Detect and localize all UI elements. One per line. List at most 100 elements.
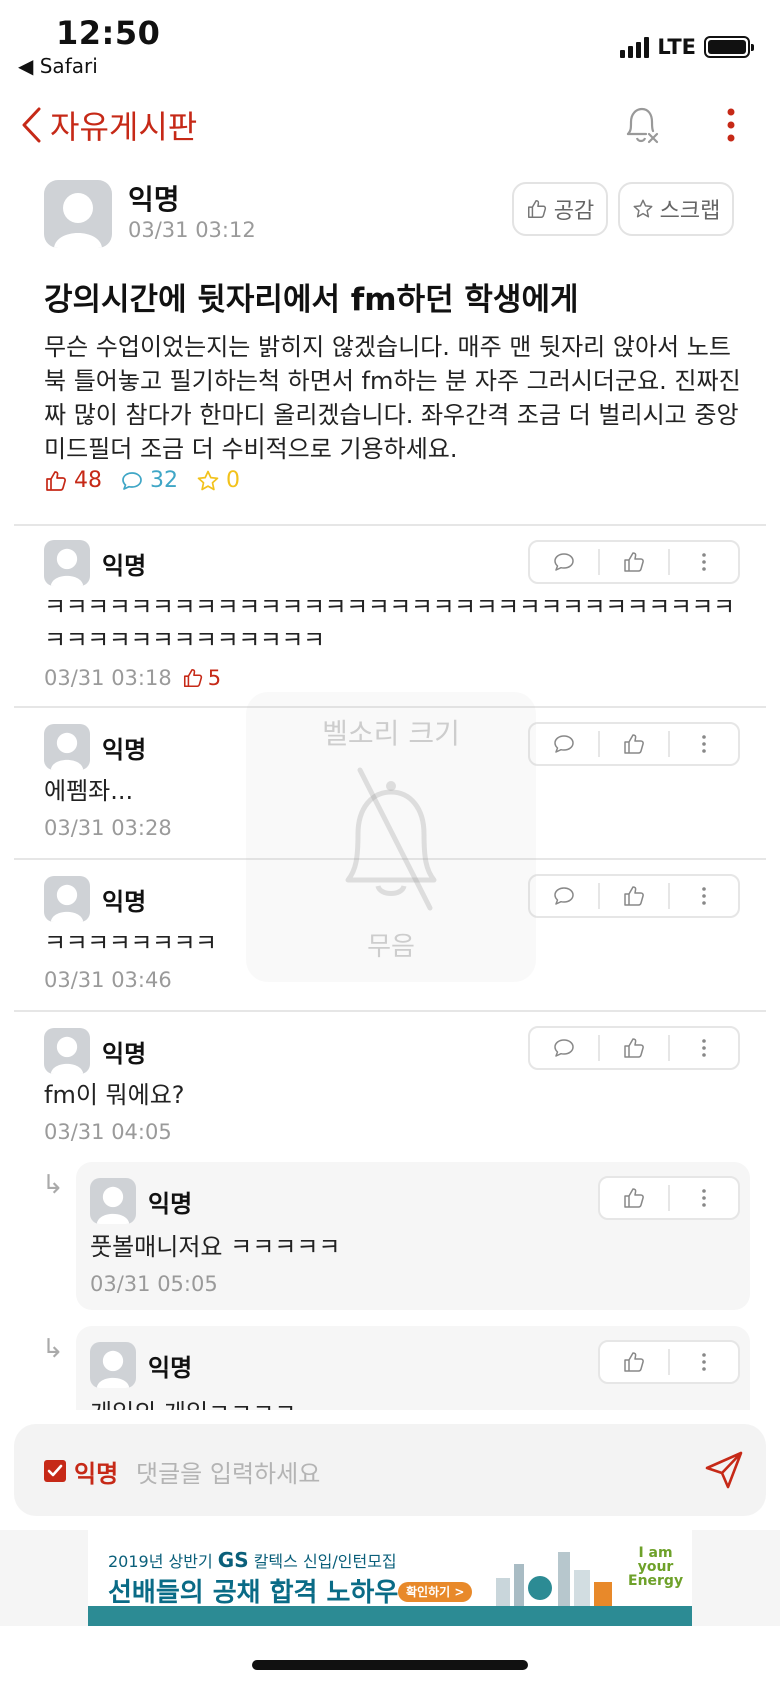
like-reply-button[interactable]	[600, 1342, 668, 1382]
thumbs-up-icon	[624, 1188, 644, 1208]
avatar	[44, 1028, 90, 1074]
post-date: 03/31 03:12	[128, 218, 256, 242]
ad-cta-button[interactable]: 확인하기 >	[398, 1582, 473, 1602]
default-avatar-icon	[50, 548, 84, 586]
board-title: 자유게시판	[50, 108, 198, 146]
ad-slogan-line3: Energy	[628, 1573, 684, 1589]
thumbs-up-icon	[46, 470, 66, 491]
ad-slogan: I am your Energy	[628, 1546, 683, 1588]
back-button[interactable]: 자유게시판	[20, 102, 197, 148]
post-title: 강의시간에 뒷자리에서 fm하던 학생에게	[44, 282, 579, 318]
ad-content[interactable]: 2019년 상반기 GS 칼텍스 신입/인턴모집 선배들의 공채 합격 노하우 …	[88, 1530, 692, 1626]
like-comment-button[interactable]	[600, 724, 668, 764]
more-vertical-icon	[702, 1189, 706, 1207]
avatar	[44, 876, 90, 922]
comment-like-count: 5	[207, 666, 222, 690]
ad-headline: 선배들의 공채 합격 노하우	[108, 1578, 399, 1608]
default-avatar-icon	[54, 193, 102, 248]
reply-button[interactable]	[530, 1028, 598, 1068]
reply-actions	[598, 1340, 740, 1384]
reply-item: 익명 풋볼매니저요 ㅋㅋㅋㅋㅋ 03/31 05:05	[76, 1162, 750, 1310]
ad-brand: GS	[217, 1548, 249, 1572]
comment-actions	[528, 540, 740, 584]
thumbs-up-icon	[624, 734, 644, 754]
anonymous-label[interactable]: 익명	[74, 1454, 118, 1489]
post-author: 익명	[128, 183, 180, 216]
comment-date: 03/31 03:18	[44, 666, 172, 690]
thumbs-up-icon	[624, 1352, 644, 1372]
scrap-label: 스크랩	[659, 199, 721, 224]
ringer-state: 무음	[367, 932, 415, 962]
reply-arrow-icon: ↳	[42, 1334, 64, 1364]
comment-more-button[interactable]	[670, 1028, 738, 1068]
comment-author: 익명	[102, 552, 147, 580]
default-avatar-icon	[50, 884, 84, 922]
comment-input[interactable]: 댓글을 입력하세요	[136, 1454, 320, 1489]
avatar	[44, 540, 90, 586]
send-icon[interactable]	[702, 1448, 746, 1492]
divider	[14, 524, 766, 526]
ad-line1-suffix: 칼텍스 신입/인턴모집	[248, 1552, 397, 1571]
ringer-title: 벨소리 크기	[322, 717, 460, 750]
anonymous-checkbox[interactable]	[44, 1460, 66, 1482]
comment-bubble-icon	[554, 1039, 574, 1057]
like-count: 48	[44, 468, 102, 493]
comment-input-bar: 익명 댓글을 입력하세요	[14, 1424, 766, 1516]
reply-text: 게임의 게임ㅋㅋㅋㅋ	[90, 1396, 296, 1410]
scrap-count-value: 0	[226, 468, 240, 493]
home-indicator[interactable]	[252, 1660, 528, 1670]
comment-more-button[interactable]	[670, 542, 738, 582]
thumbs-up-icon	[183, 668, 202, 688]
comment-count: 32	[120, 468, 178, 493]
like-comment-button[interactable]	[600, 542, 668, 582]
post-stats: 48 32 0	[44, 468, 240, 493]
back-to-safari-link[interactable]: ◀ Safari	[18, 54, 98, 78]
scrap-button[interactable]: 스크랩	[618, 182, 734, 236]
reply-item: 익명 게임의 게임ㅋㅋㅋㅋ	[76, 1326, 750, 1410]
notification-off-icon[interactable]	[622, 104, 662, 146]
ad-strip	[88, 1606, 692, 1626]
status-right: LTE	[620, 34, 754, 60]
comment-more-button[interactable]	[670, 724, 738, 764]
comment-bubble-icon	[554, 735, 574, 753]
like-post-button[interactable]: 공감	[512, 182, 608, 236]
reply-more-button[interactable]	[670, 1178, 738, 1218]
reply-author: 익명	[148, 1354, 193, 1382]
status-time: 12:50	[56, 14, 161, 52]
like-reply-button[interactable]	[600, 1178, 668, 1218]
more-vertical-icon[interactable]	[714, 104, 748, 146]
more-vertical-icon	[702, 887, 706, 905]
default-avatar-icon	[50, 732, 84, 770]
reply-arrow-icon: ↳	[42, 1170, 64, 1200]
ad-slogan-line1: I am	[638, 1545, 673, 1561]
thumbs-up-icon	[624, 886, 644, 906]
ad-line1: 2019년 상반기 GS 칼텍스 신입/인턴모집	[108, 1548, 397, 1572]
like-comment-button[interactable]	[600, 876, 668, 916]
ad-slogan-line2: your	[637, 1559, 674, 1575]
status-bar: 12:50 ◀ Safari LTE	[0, 0, 780, 84]
reply-button[interactable]	[530, 542, 598, 582]
like-comment-button[interactable]	[600, 1028, 668, 1068]
reply-text: 풋볼매니저요 ㅋㅋㅋㅋㅋ	[90, 1233, 341, 1261]
reply-more-button[interactable]	[670, 1342, 738, 1382]
more-vertical-icon	[702, 1353, 706, 1371]
comment-date: 03/31 04:05	[44, 1120, 172, 1144]
scrap-count: 0	[196, 468, 240, 493]
reply-button[interactable]	[530, 724, 598, 764]
star-icon	[633, 199, 653, 218]
avatar	[90, 1178, 136, 1224]
default-avatar-icon	[50, 1036, 84, 1074]
thumbs-up-icon	[624, 552, 644, 572]
comment-more-button[interactable]	[670, 876, 738, 916]
ad-line1-prefix: 2019년 상반기	[108, 1552, 218, 1571]
post-body: 무슨 수업이었는지는 밝히지 않겠습니다. 매주 맨 뒷자리 앉아서 노트북 틀…	[44, 333, 741, 463]
comment-actions	[528, 722, 740, 766]
reply-button[interactable]	[530, 876, 598, 916]
like-post-label: 공감	[553, 199, 595, 224]
comment-text: ㅋㅋㅋㅋㅋㅋㅋㅋㅋㅋㅋㅋㅋㅋㅋㅋㅋㅋㅋㅋㅋㅋㅋㅋㅋㅋㅋㅋㅋㅋㅋㅋ	[44, 593, 735, 621]
reply-author: 익명	[148, 1190, 193, 1218]
default-avatar-icon	[96, 1186, 130, 1224]
comment-count-value: 32	[150, 468, 178, 493]
ad-banner[interactable]: 2019년 상반기 GS 칼텍스 신입/인턴모집 선배들의 공채 합격 노하우 …	[0, 1530, 780, 1626]
reply-actions	[598, 1176, 740, 1220]
